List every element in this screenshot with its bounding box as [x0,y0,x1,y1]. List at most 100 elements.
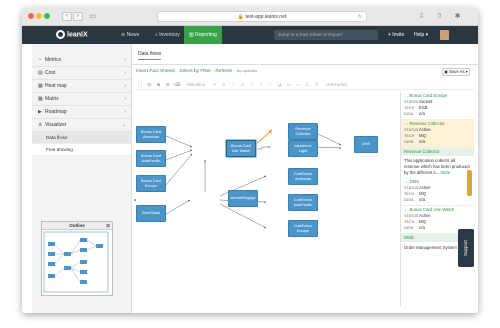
node-serviceengage[interactable]: serviceEngage [228,190,258,207]
minimize-window-button[interactable] [36,13,42,19]
edge-storetrack-serviceengage[interactable] [165,199,191,215]
roadmap-icon: ▶ [38,109,42,115]
back-icon[interactable]: ‹ [62,12,72,21]
sidebar-item-metrics[interactable]: ◔ Metrics › [32,54,131,67]
zoom-in-icon[interactable]: ⊕ [155,80,163,90]
chevron-right-icon: › [124,83,126,89]
close-window-button[interactable] [28,13,34,19]
tab-data-flows[interactable]: Data flows [138,51,162,60]
status-value: Active [419,127,431,132]
nav-reporting[interactable]: ▥ Reporting [184,26,222,44]
node-bonus-card-use-watch[interactable]: Bonus Card Use Watch [226,140,256,157]
more-link[interactable]: more [440,170,450,175]
fit-icon[interactable]: ⛶ [136,80,144,90]
data-label: DATA [404,198,414,202]
node-bonus-card-asiapacific[interactable]: Bonus Card AsiaPacific [136,150,166,167]
edge-revenue-dms[interactable] [315,132,342,146]
edge-serviceengage-ce-europe[interactable] [219,203,267,229]
node-salesforce-light[interactable]: salesforce Light [288,140,318,157]
sidebar-item-heat-map[interactable]: ▦ Heat map › [32,80,131,93]
data-label: DATA [404,112,414,116]
node-storetrack[interactable]: StoreTrack [136,205,166,222]
reload-icon[interactable]: ↻ [358,12,362,22]
maximize-window-button[interactable] [44,13,50,19]
invite-button[interactable]: + Invite [388,26,404,44]
status-value: Sunset [419,99,433,104]
edge-salesforce-dms[interactable] [315,146,342,149]
node-dms[interactable]: DMS [354,136,378,153]
gauge-icon: ◔ [38,57,42,63]
share-icon[interactable]: ⇧ [435,12,444,21]
refresh-link[interactable]: Refresh [215,69,232,74]
node-bonus-card-americas[interactable]: Bonus Card Americas [136,126,166,143]
sidebar-item-cost[interactable]: ▤ Cost › [32,67,131,80]
layout-direction-select[interactable]: Horizontal [322,80,351,90]
tech-value: MQ [419,191,426,196]
support-tab[interactable]: Support [458,229,474,267]
section-title-revenue-collector[interactable]: Revenue Collector [401,148,474,156]
select-by-filter-link[interactable]: Select by Filter [179,69,211,74]
search-input[interactable]: Jump to a Fact Sheet or Report [274,30,378,40]
sidebar-toggle-icon[interactable]: ▭ [88,12,97,21]
forward-icon[interactable]: › [73,12,83,21]
edge-usewatch-revenue-highlighted[interactable] [255,129,273,145]
avatar[interactable] [440,30,449,40]
actual-size-icon[interactable]: ⊡ [145,80,153,90]
leanix-logo[interactable]: leanIX [56,30,88,40]
help-menu[interactable]: Help ▾ [414,26,428,44]
underline-icon[interactable]: U [238,80,246,90]
flow-card-highlighted: → Revenue Collector STATUSActive TECH MQ … [401,120,474,148]
downloads-icon[interactable]: ⇩ [417,12,426,21]
heatmap-icon: ▦ [38,83,43,89]
font-size-icon[interactable]: ▾ [211,80,219,90]
text-align-icon[interactable]: ☰ [303,80,311,90]
data-value: n/a [419,111,425,116]
tech-value: MQ [419,133,426,138]
chevron-right-icon: › [124,96,126,102]
chevron-right-icon: › [124,57,126,63]
italic-icon[interactable]: I [229,80,237,90]
waypoints-icon[interactable]: ⤳ [294,80,302,90]
delete-icon[interactable]: ⌫ [173,80,181,90]
matrix-icon: ▩ [38,96,43,102]
sidebar-item-matrix[interactable]: ▩ Matrix › [32,93,131,106]
extensions-icon[interactable]: ✱ [453,12,462,21]
font-color-icon[interactable]: A [257,80,265,90]
diagram-canvas[interactable]: Bonus Card Americas Bonus Card AsiaPacif… [132,92,394,304]
edge-americas-usewatch[interactable] [165,135,193,148]
address-text: test-app.leanix.net [245,14,287,20]
chevron-right-icon: › [124,70,126,76]
logo-mark-icon [56,30,65,39]
data-label: DATA [404,226,414,230]
sidebar-subitem-free-drawing[interactable]: Free drawing [32,144,131,156]
node-custechoo-americas[interactable]: CustEchoo Americas [288,168,318,185]
node-custechoo-europe[interactable]: CustEchoo Europe [288,220,318,237]
fill-color-icon[interactable]: ◪ [276,80,284,90]
sidebar-subitem-data-flows[interactable]: Data flows [32,132,131,144]
align-icon[interactable]: ≡ [248,80,256,90]
node-revenue-collector[interactable]: Revenue Collector [288,123,318,140]
node-bonus-card-europe[interactable]: Bonus Card Europe [136,175,166,192]
panel-scrollbar[interactable] [467,170,472,196]
line-color-icon[interactable]: ∕ [266,80,274,90]
nav-inventory[interactable]: ⌕ Inventory [150,26,185,44]
chevron-right-icon: › [124,109,126,115]
connector-icon[interactable]: ↦ [285,80,293,90]
sidebar-item-roadmap[interactable]: ▶ Roadmap › [32,106,131,119]
save-as-button[interactable]: ▣ Save As ▾ [442,68,470,76]
edge-usewatch-salesforce[interactable] [256,146,271,150]
address-bar[interactable]: 🔒 test-app.leanix.net ↻ [157,11,367,22]
sidebar-item-visualizer[interactable]: ⋔ Visualizer ⌄ [32,119,131,132]
main-content: Data flows Insert Fact Sheets Select by … [132,44,478,313]
insert-fact-sheets-link[interactable]: Insert Fact Sheets [136,69,175,74]
outline-panel[interactable]: Outline ⊠ [41,221,113,296]
diagram-edges [134,129,342,229]
bold-icon[interactable]: B [220,80,228,90]
node-custechoo-asiapacific[interactable]: CustEchoo AsiaPacific [288,194,318,211]
font-select[interactable]: Helvetica [182,80,209,90]
nav-news[interactable]: ≋ News [116,26,144,44]
zoom-out-icon[interactable]: ⊖ [164,80,172,90]
refresh-note: No updates [236,68,257,73]
close-icon[interactable]: ⊠ [106,222,110,230]
layout-icon[interactable]: ⇅ [313,80,321,90]
